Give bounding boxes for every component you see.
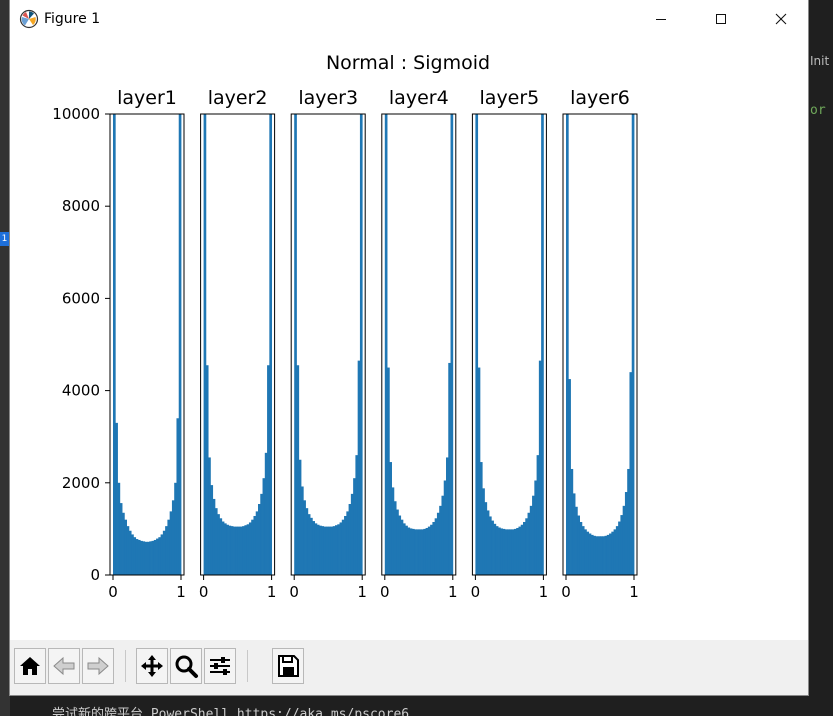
pan-icon	[141, 655, 163, 677]
histogram-bar	[495, 526, 499, 575]
maximize-icon	[716, 14, 726, 24]
forward-icon	[87, 656, 109, 676]
histogram-bar	[122, 512, 125, 575]
editor-code-text: or	[810, 103, 826, 118]
save-icon	[278, 655, 299, 677]
subplot-title: layer5	[480, 87, 540, 109]
histogram-bar	[117, 482, 121, 575]
editor-left-strip	[0, 0, 10, 716]
histogram-bar	[450, 114, 454, 575]
histogram-bar	[436, 512, 440, 575]
y-tick-label: 8000	[62, 197, 100, 215]
x-tick-label: 0	[108, 583, 118, 601]
histogram-bar	[513, 528, 517, 575]
histogram-bar	[131, 534, 134, 575]
figure-canvas[interactable]: Normal : Sigmoid layer1 0 1 0 2000 4000 6000 80…	[10, 40, 808, 640]
home-button[interactable]	[14, 648, 46, 684]
x-tick-label: 1	[176, 583, 186, 601]
x-tick-label: 0	[471, 583, 481, 601]
back-icon	[53, 656, 75, 676]
y-tick-label: 10000	[52, 105, 100, 123]
x-tick-label: 1	[357, 583, 367, 601]
zoom-button[interactable]	[170, 648, 202, 684]
editor-right-strip: Init or	[808, 0, 833, 716]
notification-badge: 1	[0, 232, 9, 246]
window-title: Figure 1	[44, 11, 101, 27]
histogram-bar	[384, 114, 388, 575]
minimize-button[interactable]	[638, 0, 684, 40]
x-tick-label: 1	[448, 583, 458, 601]
title-bar[interactable]: Figure 1	[10, 0, 808, 40]
histogram-bar	[538, 360, 542, 575]
histogram-bar	[479, 462, 483, 575]
figure-title: Normal : Sigmoid	[326, 52, 490, 74]
terminal-text: 尝试新的跨平台 PowerShell https://aka.ms/pscore…	[52, 707, 410, 716]
subplot-title: layer6	[570, 87, 630, 109]
x-tick-label: 1	[267, 583, 277, 601]
histogram-bar	[615, 526, 619, 575]
y-tick-label: 2000	[62, 474, 100, 492]
histogram-bar	[325, 526, 329, 575]
subplot-title: layer4	[389, 87, 449, 109]
home-icon	[20, 657, 40, 675]
histogram-bar	[541, 114, 544, 575]
histogram-bar	[341, 519, 345, 575]
histogram-bar	[178, 114, 182, 575]
x-tick-label: 0	[380, 583, 390, 601]
maximize-button[interactable]	[698, 0, 744, 40]
y-tick-label: 4000	[62, 382, 100, 400]
matplotlib-app-icon	[19, 9, 39, 29]
x-tick-label: 1	[629, 583, 639, 601]
histogram-bar	[581, 526, 585, 575]
subplot-title: layer1	[117, 87, 177, 109]
close-button[interactable]	[758, 0, 804, 40]
histogram-chart: Normal : Sigmoid layer10 1020004000600080…	[52, 52, 639, 601]
minimize-icon	[656, 19, 666, 20]
terminal-strip: 尝试新的跨平台 PowerShell https://aka.ms/pscore…	[10, 695, 808, 716]
toolbar-separator	[247, 650, 248, 682]
histogram-bar	[359, 114, 363, 575]
configure-subplots-button[interactable]	[204, 648, 236, 684]
y-tick-label: 6000	[62, 289, 100, 307]
histogram-bar	[418, 529, 422, 575]
x-tick-label: 0	[199, 583, 209, 601]
close-icon	[775, 13, 787, 25]
y-tick-label: 0	[90, 566, 100, 584]
subplot-title: layer2	[208, 87, 268, 109]
x-tick-label: 0	[289, 583, 299, 601]
pan-button[interactable]	[136, 648, 168, 684]
back-button[interactable]	[48, 648, 80, 684]
configure-subplots-icon	[210, 657, 230, 675]
figure-window: Figure 1 Normal : Sigmoid layer1 0 1 0 2000 4…	[10, 0, 808, 695]
save-button[interactable]	[272, 648, 304, 684]
subplot-title: layer3	[298, 87, 358, 109]
zoom-icon	[175, 655, 198, 678]
x-tick-label: 0	[561, 583, 571, 601]
histogram-bar	[631, 114, 635, 575]
x-tick-label: 1	[539, 583, 549, 601]
histogram-bar	[402, 523, 406, 575]
histogram-bar	[269, 114, 272, 575]
histogram-bar	[511, 529, 515, 575]
navigation-toolbar	[10, 640, 808, 695]
histogram-bar	[113, 114, 116, 575]
editor-text: Init	[810, 54, 830, 68]
histogram-bar	[307, 514, 311, 575]
histogram-bar	[518, 526, 522, 575]
forward-button[interactable]	[82, 648, 114, 684]
toolbar-separator	[125, 650, 126, 682]
